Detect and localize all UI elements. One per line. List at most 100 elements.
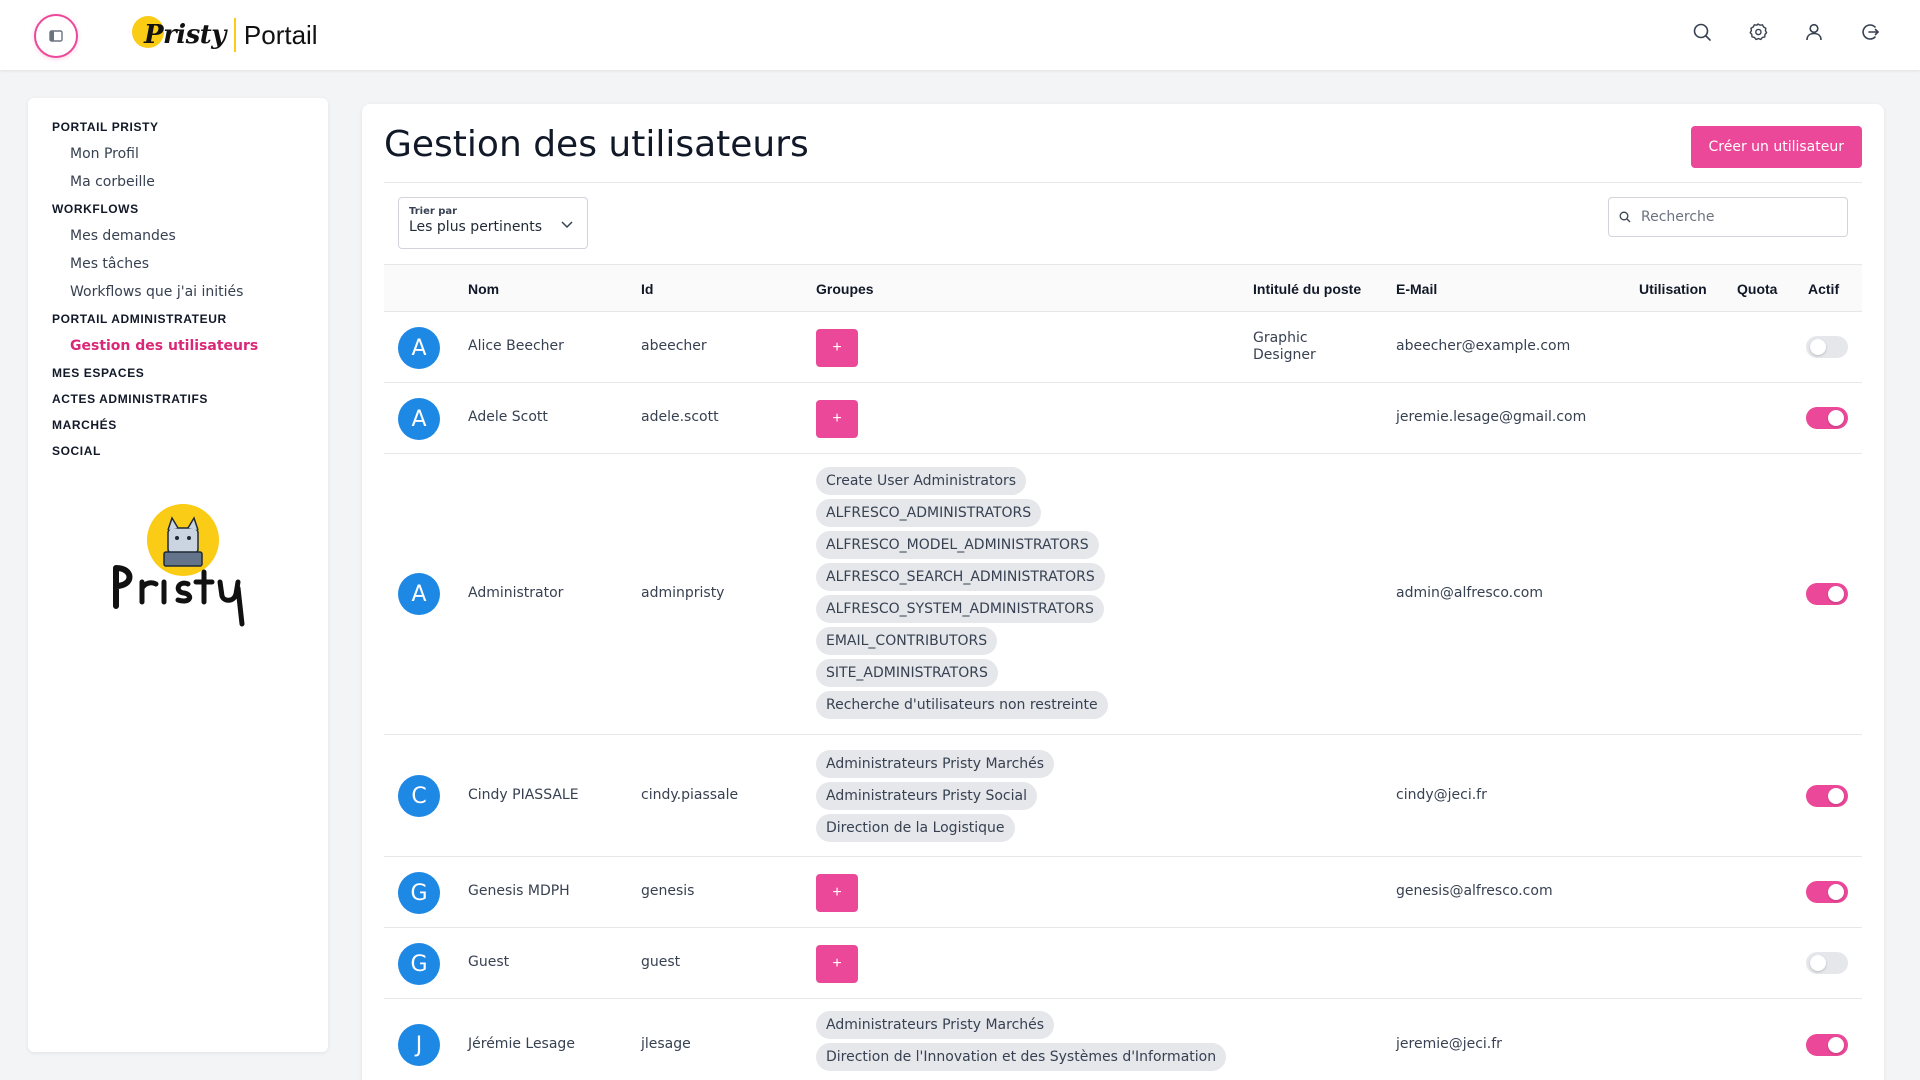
sort-select[interactable]: Trier par Les plus pertinents (398, 197, 588, 249)
user-name[interactable]: Alice Beecher (468, 338, 564, 354)
user-name[interactable]: Administrator (468, 585, 563, 601)
column-header-id[interactable]: Id (641, 265, 653, 313)
sidebar-section-social[interactable]: SOCIAL (52, 438, 328, 464)
logo-divider (233, 18, 236, 52)
column-header-actif[interactable]: Actif (1808, 265, 1839, 313)
user-name[interactable]: Genesis MDPH (468, 883, 570, 899)
avatar: G (398, 943, 440, 985)
search-icon (1619, 211, 1631, 223)
group-chip[interactable]: Direction de la Logistique (816, 814, 1015, 842)
user-name[interactable]: Cindy PIASSALE (468, 787, 579, 803)
table-row[interactable]: A Administrator adminpristy Create User … (384, 454, 1862, 735)
active-toggle[interactable] (1806, 336, 1848, 358)
group-chip[interactable]: Create User Administrators (816, 467, 1027, 495)
user-email: jeremie.lesage@gmail.com (1396, 409, 1587, 425)
user-name[interactable]: Guest (468, 954, 509, 970)
column-header-nom[interactable]: Nom (468, 265, 499, 313)
sidebar-item-gestion-utilisateurs[interactable]: Gestion des utilisateurs (52, 332, 328, 360)
active-toggle[interactable] (1806, 1034, 1848, 1056)
column-header-quota[interactable]: Quota (1737, 265, 1777, 313)
logout-icon[interactable] (1860, 22, 1880, 42)
add-group-button[interactable]: + (816, 874, 858, 912)
add-group-button[interactable]: + (816, 400, 858, 438)
group-chip[interactable]: Administrateurs Pristy Social (816, 782, 1037, 810)
divider (384, 182, 1862, 183)
add-group-button[interactable]: + (816, 329, 858, 367)
sidebar-item-mes-taches[interactable]: Mes tâches (52, 250, 328, 278)
avatar: C (398, 775, 440, 817)
table-header: Nom Id Groupes Intitulé du poste E-Mail … (384, 264, 1862, 312)
sidebar-item-mon-profil[interactable]: Mon Profil (52, 140, 328, 168)
brand-logo[interactable]: Pristy Portail (132, 14, 318, 56)
search-icon[interactable] (1692, 22, 1712, 42)
table-row[interactable]: A Alice Beecher abeecher + Graphic Desig… (384, 312, 1862, 383)
toggle-knob (1828, 410, 1844, 426)
group-chip[interactable]: ALFRESCO_SYSTEM_ADMINISTRATORS (816, 595, 1104, 623)
active-toggle[interactable] (1806, 407, 1848, 429)
group-chip[interactable]: Recherche d'utilisateurs non restreinte (816, 691, 1108, 719)
sidebar-section-actes[interactable]: ACTES ADMINISTRATIFS (52, 386, 328, 412)
group-chip[interactable]: Direction de l'Innovation et des Système… (816, 1043, 1227, 1071)
column-header-poste[interactable]: Intitulé du poste (1253, 265, 1361, 313)
user-id: adele.scott (641, 409, 719, 425)
user-email: admin@alfresco.com (1396, 585, 1543, 601)
table-row[interactable]: G Genesis MDPH genesis + genesis@alfresc… (384, 857, 1862, 928)
settings-icon[interactable] (1748, 22, 1768, 42)
user-id: adminpristy (641, 585, 725, 601)
active-toggle[interactable] (1806, 881, 1848, 903)
top-actions (1692, 22, 1880, 42)
user-icon[interactable] (1804, 22, 1824, 42)
avatar: J (398, 1024, 440, 1066)
avatar: A (398, 573, 440, 615)
group-chips: Create User Administrators ALFRESCO_ADMI… (816, 467, 1108, 719)
sidebar-toggle-button[interactable] (34, 14, 78, 58)
user-name[interactable]: Jérémie Lesage (468, 1036, 575, 1052)
table-row[interactable]: J Jérémie Lesage jlesage Administrateurs… (384, 999, 1862, 1080)
column-header-email[interactable]: E-Mail (1396, 265, 1437, 313)
sidebar-icon (49, 30, 63, 42)
group-chip[interactable]: ALFRESCO_SEARCH_ADMINISTRATORS (816, 563, 1105, 591)
user-id: cindy.piassale (641, 787, 739, 803)
group-chip[interactable]: ALFRESCO_ADMINISTRATORS (816, 499, 1042, 527)
sidebar-item-workflows-inities[interactable]: Workflows que j'ai initiés (52, 278, 328, 306)
column-header-groupes[interactable]: Groupes (816, 265, 874, 313)
top-bar: Pristy Portail (0, 0, 1920, 70)
user-id: guest (641, 954, 681, 970)
active-toggle[interactable] (1806, 952, 1848, 974)
user-email: cindy@jeci.fr (1396, 787, 1487, 803)
create-user-button[interactable]: Créer un utilisateur (1690, 126, 1862, 168)
sidebar-section-title[interactable]: WORKFLOWS (52, 196, 328, 222)
group-chips: Administrateurs Pristy Marchés Direction… (816, 1011, 1227, 1071)
group-chip[interactable]: Administrateurs Pristy Marchés (816, 1011, 1055, 1039)
sidebar-section-mes-espaces[interactable]: MES ESPACES (52, 360, 328, 386)
add-group-button[interactable]: + (816, 945, 858, 983)
active-toggle[interactable] (1806, 785, 1848, 807)
user-email: jeremie@jeci.fr (1396, 1036, 1502, 1052)
table-row[interactable]: G Guest guest + (384, 928, 1862, 999)
group-chip[interactable]: ALFRESCO_MODEL_ADMINISTRATORS (816, 531, 1099, 559)
column-header-utilisation[interactable]: Utilisation (1639, 265, 1707, 313)
brand-portal: Portail (243, 19, 318, 50)
table-row[interactable]: C Cindy PIASSALE cindy.piassale Administ… (384, 735, 1862, 857)
sidebar-item-mes-demandes[interactable]: Mes demandes (52, 222, 328, 250)
sort-value: Les plus pertinents (409, 219, 543, 235)
toggle-knob (1828, 884, 1844, 900)
toggle-knob (1828, 788, 1844, 804)
user-email: abeecher@example.com (1396, 338, 1571, 354)
users-card: Gestion des utilisateurs Créer un utilis… (362, 104, 1884, 1080)
sidebar-item-ma-corbeille[interactable]: Ma corbeille (52, 168, 328, 196)
sidebar-section-title[interactable]: PORTAIL PRISTY (52, 114, 328, 140)
sort-label: Trier par (409, 206, 458, 217)
sidebar-section-title[interactable]: PORTAIL ADMINISTRATEUR (52, 306, 328, 332)
search-input[interactable] (1641, 209, 1831, 225)
user-name[interactable]: Adele Scott (468, 409, 548, 425)
group-chip[interactable]: Administrateurs Pristy Marchés (816, 750, 1055, 778)
active-toggle[interactable] (1806, 583, 1848, 605)
group-chip[interactable]: SITE_ADMINISTRATORS (816, 659, 998, 687)
toggle-knob (1828, 586, 1844, 602)
sidebar-section-workflows: WORKFLOWS Mes demandes Mes tâches Workfl… (52, 196, 328, 306)
table-row[interactable]: A Adele Scott adele.scott + jeremie.lesa… (384, 383, 1862, 454)
search-field[interactable] (1608, 197, 1848, 237)
group-chip[interactable]: EMAIL_CONTRIBUTORS (816, 627, 998, 655)
sidebar-section-marches[interactable]: MARCHÉS (52, 412, 328, 438)
